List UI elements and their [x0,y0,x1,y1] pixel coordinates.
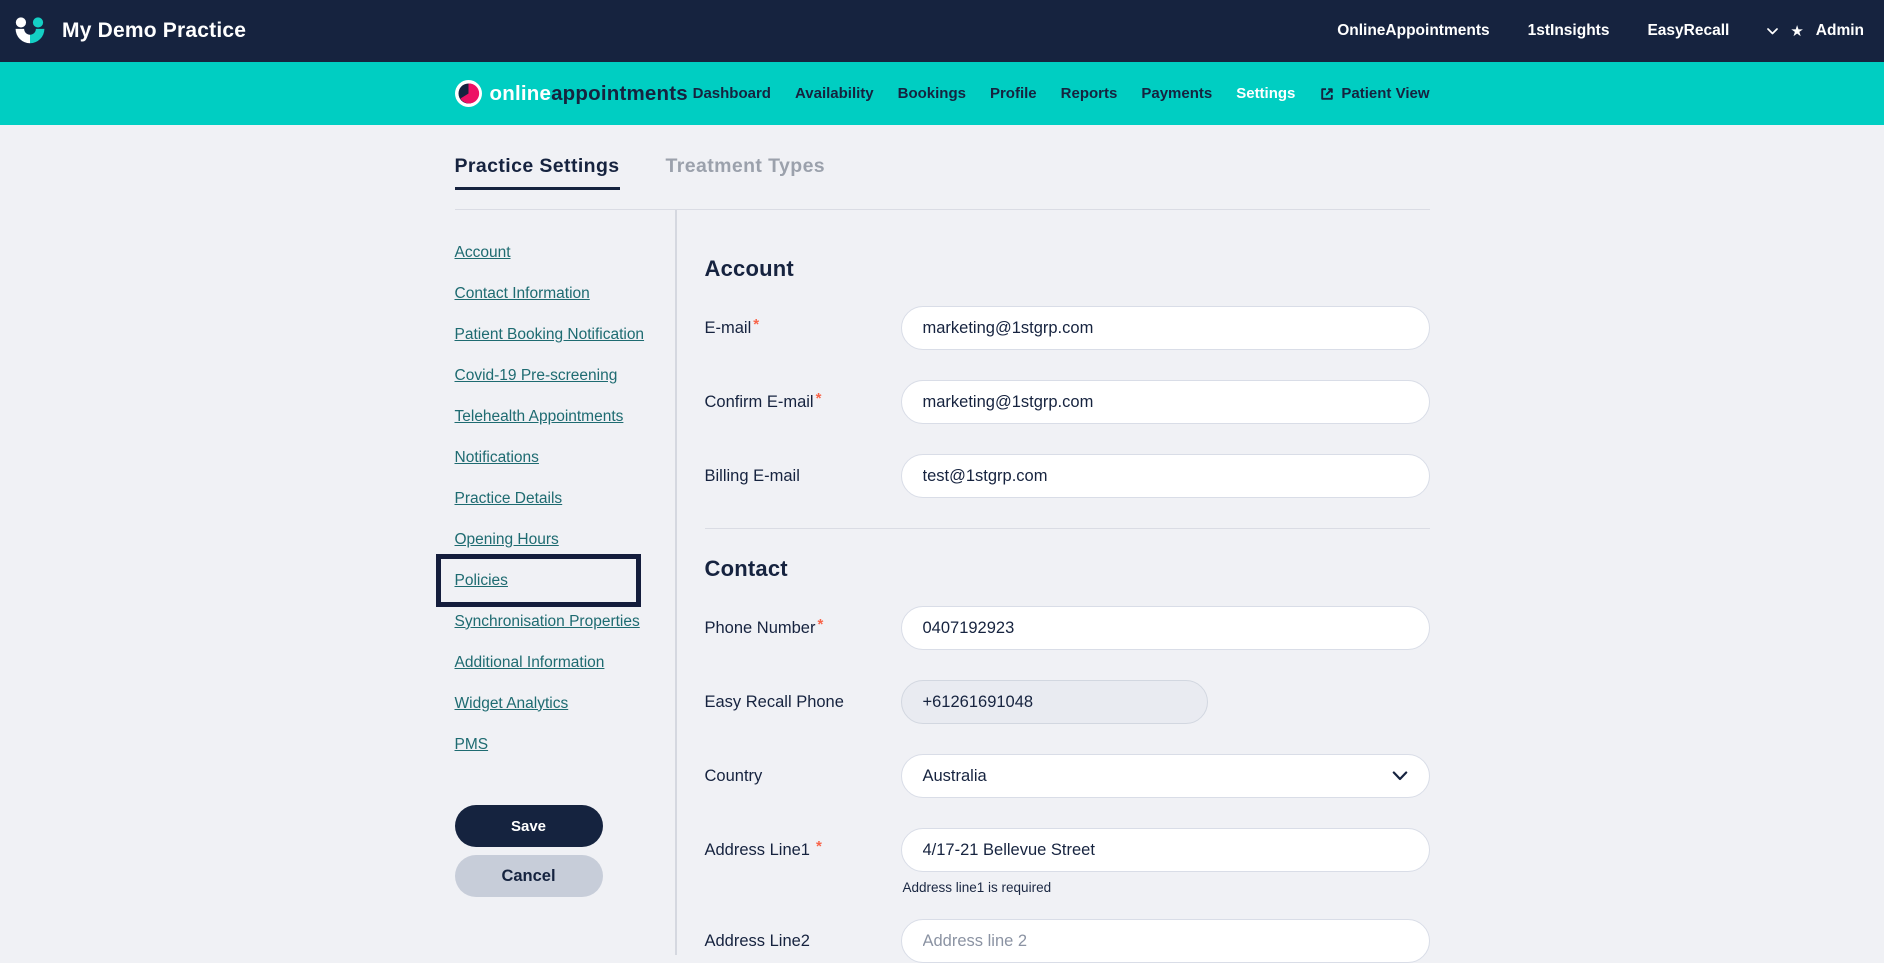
confirm-email-row: Confirm E-mail* [705,380,1430,424]
country-row: Country Australia [705,754,1430,798]
sidebar-item-policies[interactable]: Policies [455,572,508,590]
billing-email-row: Billing E-mail [705,454,1430,498]
practice-logo-icon [14,17,46,46]
sidebar-item-practice-details[interactable]: Practice Details [455,490,563,508]
sidebar-item-opening-hours[interactable]: Opening Hours [455,531,559,549]
easy-recall-phone-label: Easy Recall Phone [705,693,901,712]
sidebar-item-covid-19-pre-screening[interactable]: Covid-19 Pre-screening [455,367,618,385]
app-navbar: onlineappointments Dashboard Availabilit… [0,62,1884,125]
required-marker: * [816,838,822,855]
address-line1-helper-text: Address line1 is required [903,880,1430,895]
cancel-button[interactable]: Cancel [455,855,603,897]
required-marker: * [817,616,823,633]
sidebar-item-pms[interactable]: PMS [455,736,489,754]
address-line1-field[interactable] [901,828,1430,872]
nav-item-payments[interactable]: Payments [1141,85,1212,102]
sidebar-item-patient-booking-notification[interactable]: Patient Booking Notification [455,326,645,344]
chevron-down-icon[interactable] [1392,771,1408,781]
address-line2-field[interactable] [901,919,1430,963]
nav-item-bookings[interactable]: Bookings [898,85,966,102]
admin-label[interactable]: Admin [1816,22,1864,40]
confirm-email-field[interactable] [901,380,1430,424]
easy-recall-phone-row: Easy Recall Phone [705,680,1430,724]
topbar-link-easyrecall[interactable]: EasyRecall [1647,22,1729,40]
tab-treatment-types[interactable]: Treatment Types [666,155,826,190]
tab-practice-settings[interactable]: Practice Settings [455,155,620,190]
phone-number-label: Phone Number* [705,619,901,638]
nav-item-reports[interactable]: Reports [1061,85,1118,102]
app-nav-links: Dashboard Availability Bookings Profile … [693,85,1430,102]
save-button[interactable]: Save [455,805,603,847]
settings-sidebar: Account Contact Information Patient Book… [455,210,677,955]
country-select[interactable]: Australia [901,754,1430,798]
admin-menu[interactable]: ★ Admin [1767,22,1864,40]
email-row: E-mail* [705,306,1430,350]
settings-body: Account Contact Information Patient Book… [455,209,1430,955]
nav-item-profile[interactable]: Profile [990,85,1037,102]
sidebar-item-widget-analytics[interactable]: Widget Analytics [455,695,569,713]
chevron-down-icon[interactable] [1767,28,1778,35]
phone-number-row: Phone Number* [705,606,1430,650]
address-line2-row: Address Line2 [705,919,1430,963]
practice-name: My Demo Practice [62,19,246,43]
required-marker: * [753,316,759,333]
sidebar-item-contact-information[interactable]: Contact Information [455,285,590,303]
email-field[interactable] [901,306,1430,350]
account-section-title: Account [705,256,1430,282]
country-label: Country [705,767,901,786]
nav-item-availability[interactable]: Availability [795,85,874,102]
practice-brand: My Demo Practice [14,17,246,46]
confirm-email-label: Confirm E-mail* [705,393,901,412]
topbar-right: OnlineAppointments 1stInsights EasyRecal… [1337,22,1864,40]
required-marker: * [816,390,822,407]
patient-view-link[interactable]: Patient View [1319,85,1429,102]
settings-form: Account E-mail* Confirm E-mail* Billing … [677,210,1430,955]
nav-item-settings[interactable]: Settings [1236,85,1295,102]
address-line2-label: Address Line2 [705,932,901,951]
sidebar-item-synchronisation-properties[interactable]: Synchronisation Properties [455,613,640,631]
phone-number-field[interactable] [901,606,1430,650]
onlineappointments-logo-icon [455,80,482,107]
sidebar-item-telehealth-appointments[interactable]: Telehealth Appointments [455,408,624,426]
address-line1-row: Address Line1* [705,828,1430,872]
email-label: E-mail* [705,319,901,338]
contact-section-title: Contact [705,556,1430,582]
sidebar-item-additional-information[interactable]: Additional Information [455,654,605,672]
onlineappointments-wordmark: onlineappointments [490,82,688,106]
section-divider [705,528,1430,529]
topbar-link-onlineappointments[interactable]: OnlineAppointments [1337,22,1489,40]
external-link-icon [1319,86,1335,102]
sidebar-item-notifications[interactable]: Notifications [455,449,539,467]
easy-recall-phone-field [901,680,1208,724]
billing-email-label: Billing E-mail [705,467,901,486]
address-line1-label: Address Line1* [705,841,901,860]
settings-tabs: Practice Settings Treatment Types [455,155,1430,190]
billing-email-field[interactable] [901,454,1430,498]
star-icon: ★ [1790,24,1803,39]
country-select-wrap: Australia [901,754,1430,798]
nav-item-dashboard[interactable]: Dashboard [693,85,771,102]
topbar: My Demo Practice OnlineAppointments 1stI… [0,0,1884,62]
sidebar-item-account[interactable]: Account [455,244,511,262]
topbar-link-1stinsights[interactable]: 1stInsights [1528,22,1610,40]
